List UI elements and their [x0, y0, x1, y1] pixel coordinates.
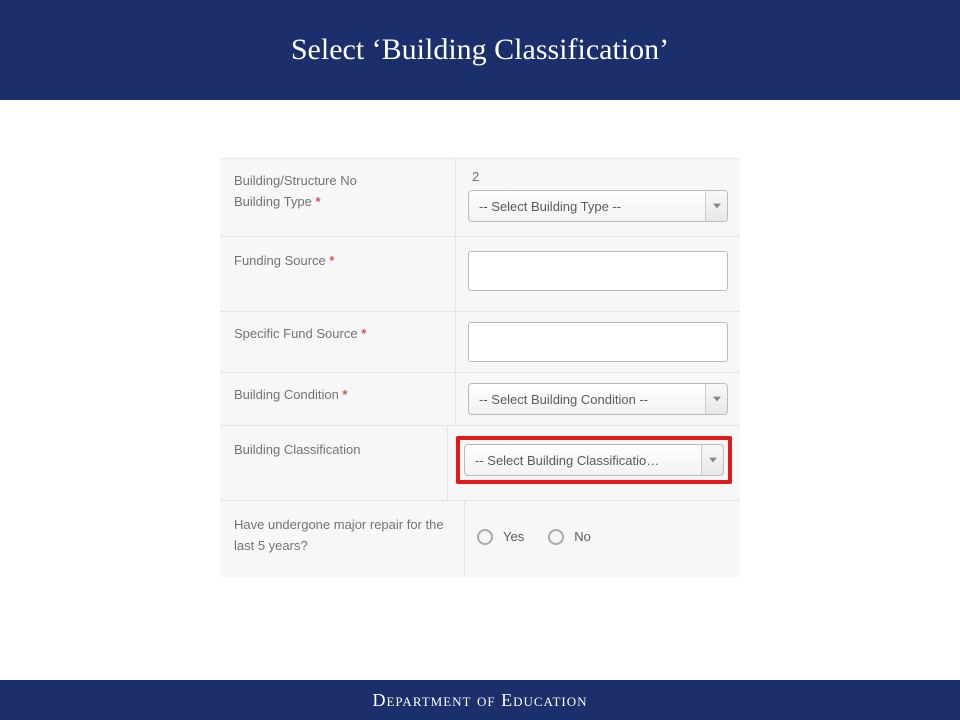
header-bar: Select ‘Building Classification’ — [0, 0, 960, 100]
label-cell: Building Classification — [220, 426, 448, 500]
radio-icon — [477, 529, 493, 545]
page-title: Select ‘Building Classification’ — [291, 33, 669, 67]
label-building-condition: Building Condition — [234, 387, 339, 402]
label-major-repair: Have undergone major repair for the last… — [234, 517, 444, 553]
value-cell: -- Select Building Classificatio… — [448, 426, 740, 500]
row-building-structure: Building/Structure No Building Type * 2 … — [220, 159, 740, 237]
value-cell: 2 -- Select Building Type -- — [456, 159, 740, 236]
label-cell: Specific Fund Source * — [220, 312, 456, 372]
label-cell: Building/Structure No Building Type * — [220, 159, 456, 236]
footer-bar: Department of Education — [0, 680, 960, 720]
label-cell: Have undergone major repair for the last… — [220, 501, 465, 577]
building-classification-select-text: -- Select Building Classificatio… — [475, 453, 659, 468]
radio-no[interactable]: No — [548, 529, 591, 545]
label-specific-fund-source: Specific Fund Source — [234, 326, 358, 341]
radio-icon — [548, 529, 564, 545]
radio-yes-label: Yes — [503, 529, 524, 544]
form-container: Building/Structure No Building Type * 2 … — [220, 158, 740, 577]
footer-text: Department of Education — [372, 690, 587, 711]
label-building-type: Building Type — [234, 194, 312, 209]
value-cell: -- Select Building Condition -- — [456, 373, 740, 425]
row-building-condition: Building Condition * -- Select Building … — [220, 373, 740, 426]
radio-no-label: No — [574, 529, 591, 544]
required-marker: * — [315, 194, 320, 209]
required-marker: * — [342, 387, 347, 402]
radio-group-major-repair: Yes No — [477, 527, 728, 545]
chevron-down-icon — [701, 445, 723, 475]
label-funding-source: Funding Source — [234, 253, 326, 268]
building-structure-no-value: 2 — [468, 167, 728, 190]
row-major-repair: Have undergone major repair for the last… — [220, 501, 740, 577]
required-marker: * — [329, 253, 334, 268]
building-type-select-text: -- Select Building Type -- — [479, 199, 621, 214]
value-cell: Yes No — [465, 501, 740, 577]
specific-fund-source-input[interactable] — [468, 322, 728, 362]
chevron-down-icon — [705, 384, 727, 414]
label-building-structure-no: Building/Structure No — [234, 173, 357, 188]
highlight-box: -- Select Building Classificatio… — [456, 436, 732, 484]
row-funding-source: Funding Source * — [220, 237, 740, 312]
value-cell — [456, 237, 740, 311]
value-cell — [456, 312, 740, 372]
row-building-classification: Building Classification -- Select Buildi… — [220, 426, 740, 501]
funding-source-input[interactable] — [468, 251, 728, 291]
building-classification-select[interactable]: -- Select Building Classificatio… — [464, 444, 724, 476]
radio-yes[interactable]: Yes — [477, 529, 524, 545]
label-cell: Building Condition * — [220, 373, 456, 425]
building-condition-select-text: -- Select Building Condition -- — [479, 392, 648, 407]
label-cell: Funding Source * — [220, 237, 456, 311]
row-specific-fund-source: Specific Fund Source * — [220, 312, 740, 373]
label-building-classification: Building Classification — [234, 442, 360, 457]
required-marker: * — [361, 326, 366, 341]
building-condition-select[interactable]: -- Select Building Condition -- — [468, 383, 728, 415]
chevron-down-icon — [705, 191, 727, 221]
building-type-select[interactable]: -- Select Building Type -- — [468, 190, 728, 222]
